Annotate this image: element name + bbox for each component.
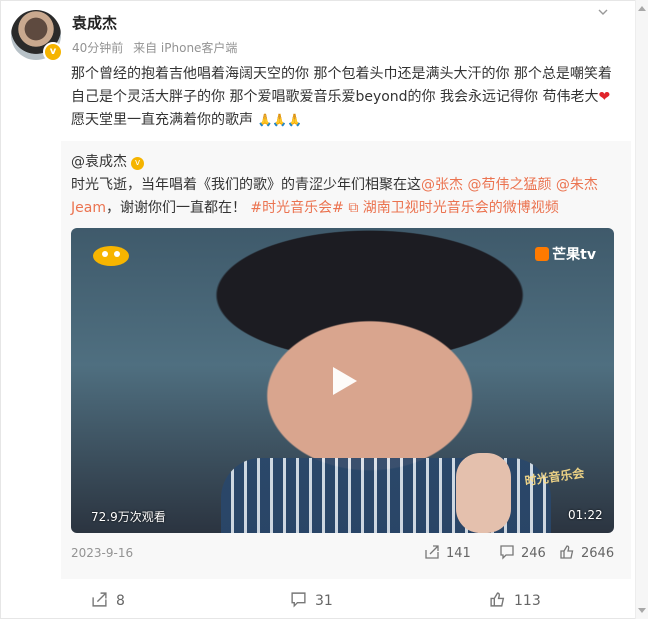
scrollbar[interactable] [635, 0, 648, 619]
share-icon [92, 592, 107, 607]
video-views: 72.9万次观看 [91, 510, 166, 524]
chevron-down-icon[interactable] [598, 7, 608, 17]
repost-like-button[interactable]: 2646 [559, 544, 614, 561]
video-watermark: 时光音乐会 [523, 465, 586, 489]
play-icon[interactable] [324, 362, 362, 400]
post-body: 那个曾经的抱着吉他唱着海阔天空的你 那个包着头巾还是满头大汗的你 那个总是嘲笑着… [71, 66, 612, 105]
mango-tv-icon [535, 247, 550, 261]
repost-text: 时光飞逝，当年唱着《我们的歌》的青涩少年们相聚在这@张杰 @苟伟之猛颜 @朱杰 … [71, 177, 598, 216]
scroll-down-icon[interactable] [638, 608, 646, 613]
weibo-post-card: v 袁成杰 40分钟前 来自 iPhone客户端 那个曾经的抱着吉他唱着海阔天空… [0, 0, 648, 619]
topic-link[interactable]: #时光音乐会# [250, 200, 343, 216]
repost-share-button[interactable]: 141 [424, 544, 471, 561]
verified-badge-icon: v [131, 157, 144, 170]
mention-link[interactable]: @张杰 [421, 177, 463, 193]
like-button[interactable]: 113 [489, 591, 541, 609]
post-body-tail: 愿天堂里一直充满着你的歌声 [71, 112, 253, 128]
post-source: 来自 iPhone客户端 [133, 41, 238, 55]
thumbs-up-icon [560, 545, 574, 559]
comment-icon [500, 545, 514, 560]
share-button[interactable]: 8 [91, 591, 125, 609]
video-frame-hand [456, 453, 511, 533]
post-text: 那个曾经的抱着吉他唱着海阔天空的你 那个包着头巾还是满头大汗的你 那个总是嘲笑着… [71, 63, 616, 132]
repost-author[interactable]: @袁成杰 v [71, 151, 144, 171]
mango-tv-logo: 芒果tv [535, 244, 596, 264]
video-link-icon: ⧉ [348, 200, 359, 216]
post-meta: 40分钟前 来自 iPhone客户端 [72, 39, 243, 56]
verified-badge-icon: v [43, 42, 63, 62]
repost-card: @袁成杰 v 时光飞逝，当年唱着《我们的歌》的青涩少年们相聚在这@张杰 @苟伟之猛… [61, 141, 631, 579]
thumbs-up-icon [490, 592, 505, 607]
author-name[interactable]: 袁成杰 [72, 12, 117, 33]
comment-button[interactable]: 31 [290, 591, 333, 609]
comment-icon [291, 592, 306, 608]
post-time[interactable]: 40分钟前 [72, 41, 123, 55]
video-link[interactable]: ⧉ 湖南卫视时光音乐会的微博视频 [348, 200, 558, 216]
heart-icon: ❤ [598, 89, 611, 105]
repost-comment-button[interactable]: 246 [499, 544, 546, 561]
video-duration: 01:22 [568, 508, 603, 522]
video-player[interactable]: 芒果tv 时光音乐会 72.9万次观看 01:22 [71, 228, 614, 533]
avatar[interactable]: v [11, 10, 63, 62]
hunan-tv-logo-icon [93, 246, 129, 266]
repost-date[interactable]: 2023-9-16 [71, 546, 133, 560]
scroll-up-icon[interactable] [638, 6, 646, 11]
share-icon [425, 545, 439, 559]
mention-link[interactable]: @苟伟之猛颜 [467, 177, 551, 193]
pray-emoji-icon: 🙏🙏🙏 [257, 113, 303, 127]
